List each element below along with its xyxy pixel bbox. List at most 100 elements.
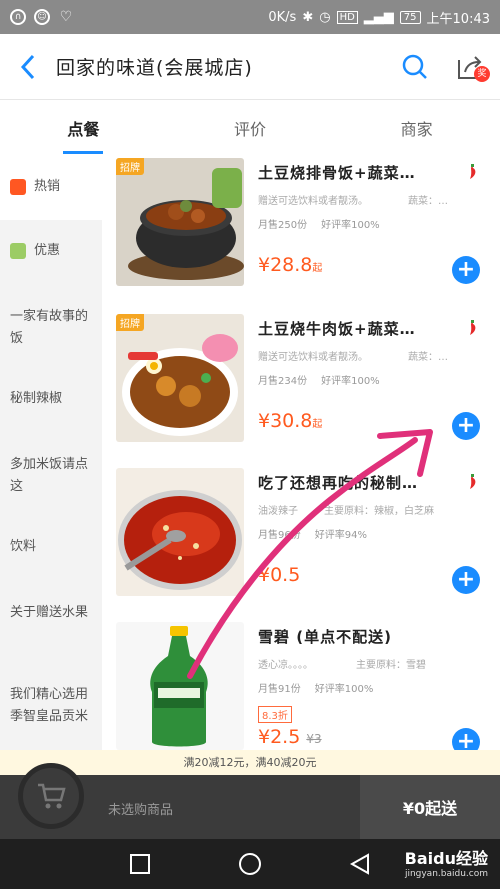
- status-right: 0K/s ✱ ◷ HD ▂▄▆ 75 上午10:43: [268, 8, 490, 27]
- food-item[interactable]: 雪碧 (单点不配送) 透心凉。。。。 主要原料：雪碧 月售91份 好评率100% …: [102, 622, 500, 750]
- monthly-sales: 月售250份: [258, 220, 308, 231]
- share-button[interactable]: 奖: [440, 34, 500, 100]
- back-button[interactable]: [0, 34, 56, 100]
- rating: 好评率100%: [321, 220, 380, 231]
- food-stats: 月售234份 好评率100%: [258, 372, 394, 387]
- notification-icons: ∩ ☺ ♡: [10, 9, 74, 25]
- price-value: ¥2.5: [258, 726, 301, 748]
- food-description: 油泼辣子: [258, 506, 298, 517]
- food-image: [116, 468, 244, 596]
- shopping-cart-icon: [38, 783, 66, 809]
- add-button[interactable]: +: [452, 256, 480, 284]
- food-price: ¥2.5 ¥3: [258, 726, 322, 748]
- add-button[interactable]: +: [452, 412, 480, 440]
- cart-button[interactable]: [18, 763, 84, 829]
- food-price: ¥30.8起: [258, 410, 322, 432]
- sidebar-item-discount[interactable]: 优惠: [0, 240, 102, 262]
- food-ingredients: 蔬菜：…: [408, 352, 448, 363]
- fire-icon: [10, 178, 26, 195]
- sidebar-item-label: 热销: [34, 179, 61, 194]
- recent-apps-icon[interactable]: [128, 852, 152, 876]
- rating: 好评率100%: [314, 684, 374, 695]
- shop-title: 回家的味道(会展城店): [56, 57, 253, 79]
- search-button[interactable]: [390, 34, 440, 100]
- pork-rib-rice-image: [116, 158, 244, 286]
- price-value: ¥0.5: [258, 564, 301, 586]
- food-price: ¥0.5: [258, 564, 300, 586]
- food-name: 土豆烧排骨饭+蔬菜…: [258, 164, 416, 182]
- back-triangle-icon[interactable]: [348, 852, 372, 876]
- chili-icon: [470, 320, 476, 335]
- cart-bar: 未选购商品 ¥0起送: [0, 763, 500, 839]
- baidu-watermark: Baidu经验 jingyan.baidu.com: [405, 845, 488, 879]
- food-price: ¥28.8起: [258, 254, 322, 276]
- food-name: 雪碧 (单点不配送): [258, 628, 392, 646]
- price-unit: 起: [312, 419, 323, 430]
- chili-icon: [470, 474, 476, 489]
- food-stats: 月售91份 好评率100%: [258, 680, 387, 695]
- chili-oil-image: [116, 468, 244, 596]
- clock: 上午10:43: [426, 11, 490, 27]
- tab-bar: 点餐 评价 商家: [0, 100, 500, 156]
- header: 回家的味道(会展城店) 奖: [0, 34, 500, 100]
- signal-icon: ▂▄▆: [363, 9, 394, 25]
- chili-icon: [470, 164, 476, 179]
- reward-badge: 奖: [474, 65, 490, 82]
- back-arrow-icon: [20, 54, 35, 79]
- sidebar-item-label: 优惠: [34, 243, 61, 258]
- notification-icon: ☺: [34, 9, 50, 25]
- food-list: 招牌 土豆烧排骨饭+蔬菜… 赠送可选饮料或者靓汤。 蔬菜：… 月售250份好评率…: [102, 156, 500, 750]
- add-button[interactable]: +: [452, 728, 480, 750]
- food-description: 赠送可选饮料或者靓汤。: [258, 196, 368, 207]
- sprite-bottle-image: [116, 622, 244, 750]
- sidebar-item-fruit[interactable]: 关于赠送水果: [0, 602, 102, 624]
- price-value: ¥30.8: [258, 410, 313, 432]
- rating: 好评率100%: [321, 376, 380, 387]
- promo-banner: 满20减12元，满40减20元: [0, 750, 500, 775]
- watermark-text: Baidu经验: [404, 849, 488, 868]
- monthly-sales: 月售96份: [258, 530, 301, 541]
- battery-icon: 75: [399, 10, 421, 24]
- price-unit: 起: [312, 263, 323, 274]
- home-icon[interactable]: [238, 852, 262, 876]
- original-price: ¥3: [306, 732, 322, 746]
- food-image: 招牌: [116, 314, 244, 442]
- tab-reviews[interactable]: 评价: [167, 100, 334, 156]
- watermark-url: jingyan.baidu.com: [404, 869, 488, 879]
- discount-icon: [10, 242, 26, 259]
- heart-icon: ♡: [59, 9, 73, 25]
- sidebar-item-hot[interactable]: 热销: [0, 156, 102, 220]
- add-button[interactable]: +: [452, 566, 480, 594]
- food-ingredients: 主要原料：辣椒，白芝麻: [324, 506, 434, 517]
- monthly-sales: 月售91份: [258, 684, 301, 695]
- food-ingredients: 主要原料：雪碧: [356, 660, 426, 671]
- tab-merchant[interactable]: 商家: [333, 100, 500, 156]
- food-ingredients: 蔬菜：…: [408, 196, 448, 207]
- monthly-sales: 月售234份: [258, 376, 308, 387]
- category-sidebar: 热销 优惠 一家有故事的饭 秘制辣椒 多加米饭请点这 饮料 关于赠送水果 我们精…: [0, 156, 102, 750]
- food-description: 赠送可选饮料或者靓汤。: [258, 352, 368, 363]
- sidebar-item-chili[interactable]: 秘制辣椒: [0, 388, 102, 410]
- food-description: 透心凉。。。。: [258, 660, 313, 671]
- food-stats: 月售250份 好评率100%: [258, 216, 394, 231]
- signature-tag: 招牌: [116, 314, 144, 331]
- sidebar-item-extra-rice[interactable]: 多加米饭请点这: [0, 454, 102, 498]
- beef-potato-rice-image: [116, 314, 244, 442]
- food-item[interactable]: 招牌 土豆烧牛肉饭+蔬菜… 赠送可选饮料或者靓汤。 蔬菜：… 月售234份 好评率…: [102, 314, 500, 466]
- tab-order[interactable]: 点餐: [0, 100, 167, 156]
- food-item[interactable]: 招牌 土豆烧排骨饭+蔬菜… 赠送可选饮料或者靓汤。 蔬菜：… 月售250份 好评率…: [102, 158, 500, 310]
- signature-tag: 招牌: [116, 158, 144, 175]
- sidebar-item-drinks[interactable]: 饮料: [0, 536, 102, 558]
- system-nav-bar: Baidu经验 jingyan.baidu.com: [0, 839, 500, 889]
- price-value: ¥28.8: [258, 254, 313, 276]
- food-name: 吃了还想再吃的秘制…: [258, 474, 419, 492]
- food-stats: 月售96份 好评率94%: [258, 526, 381, 541]
- sidebar-item-rice[interactable]: 我们精心选用季智皇品贡米: [0, 684, 102, 728]
- food-name: 土豆烧牛肉饭+蔬菜…: [258, 320, 416, 338]
- food-image: 招牌: [116, 158, 244, 286]
- min-order-button[interactable]: ¥0起送: [360, 775, 500, 839]
- search-icon: [402, 54, 427, 79]
- sidebar-item-story-meal[interactable]: 一家有故事的饭: [0, 306, 102, 350]
- food-item[interactable]: 吃了还想再吃的秘制… 油泼辣子 主要原料：辣椒，白芝麻 月售96份 好评率94% …: [102, 468, 500, 620]
- cart-empty-text: 未选购商品: [108, 803, 174, 818]
